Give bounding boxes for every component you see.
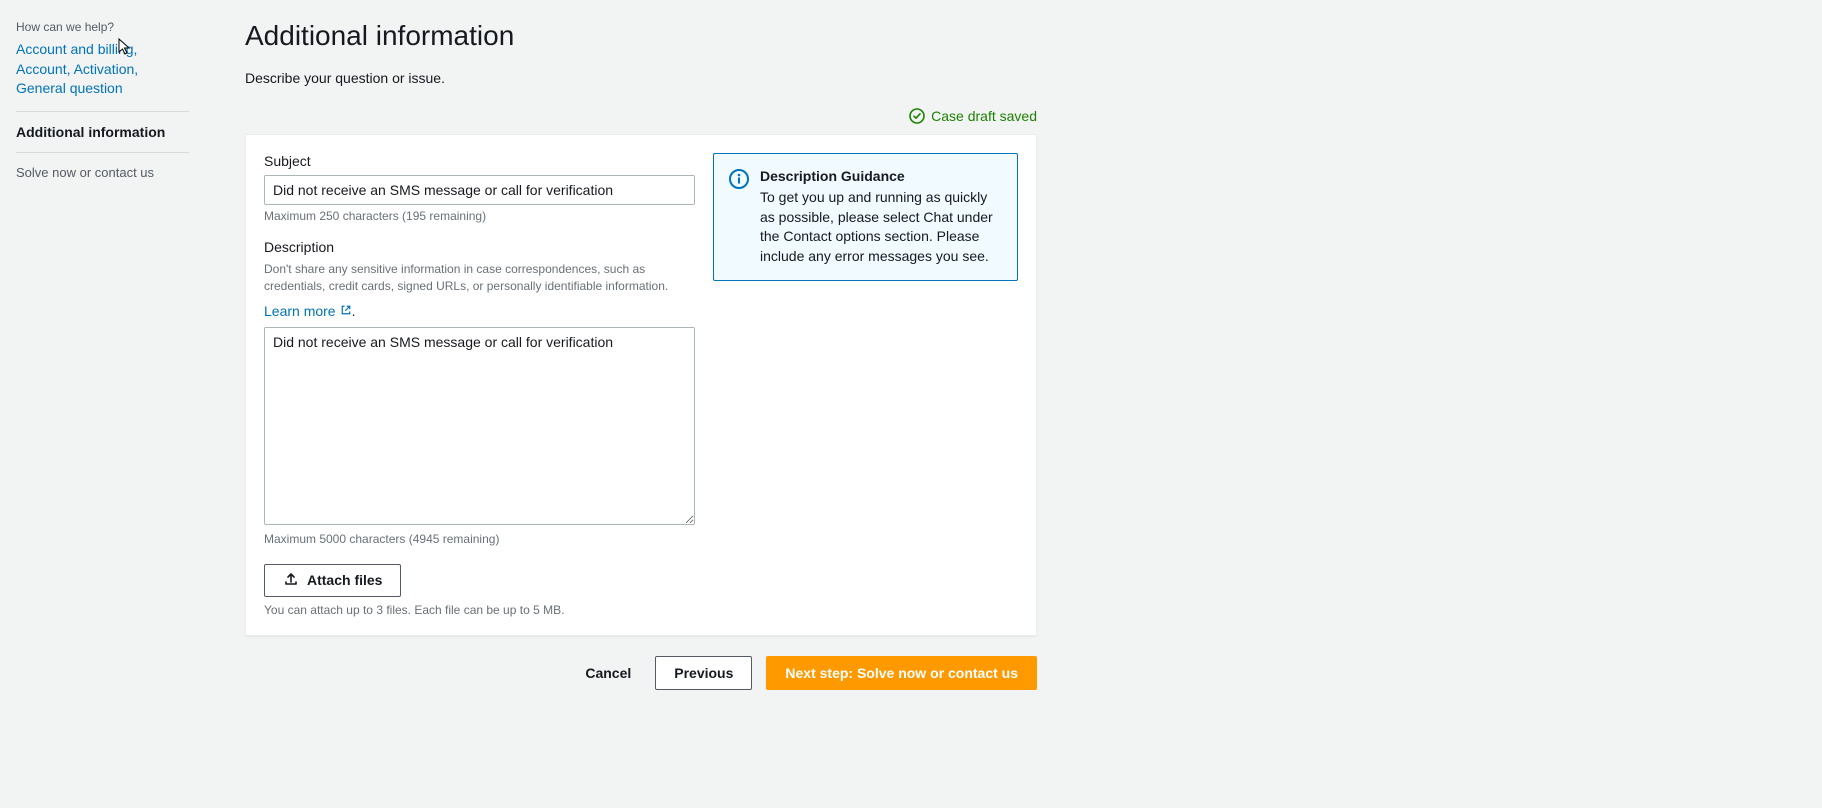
previous-button[interactable]: Previous <box>655 656 752 690</box>
sidebar-title: How can we help? <box>16 20 189 34</box>
footer-buttons: Cancel Previous Next step: Solve now or … <box>245 656 1037 690</box>
learn-more-link[interactable]: Learn more <box>264 303 352 319</box>
sidebar-breadcrumb-link[interactable]: Account and billing, Account, Activation… <box>16 40 189 99</box>
learn-more-text: Learn more <box>264 303 336 319</box>
description-note: Don't share any sensitive information in… <box>264 261 695 295</box>
form-card: Subject Maximum 250 characters (195 rema… <box>245 134 1037 636</box>
sidebar: How can we help? Account and billing, Ac… <box>0 0 205 808</box>
attach-help-text: You can attach up to 3 files. Each file … <box>264 603 695 617</box>
cancel-button[interactable]: Cancel <box>575 657 641 689</box>
description-textarea[interactable] <box>264 327 695 525</box>
external-link-icon <box>340 303 352 319</box>
draft-saved-status: Case draft saved <box>245 108 1037 124</box>
description-label: Description <box>264 239 695 255</box>
sidebar-divider <box>16 111 189 112</box>
attach-files-label: Attach files <box>307 572 382 588</box>
page-title: Additional information <box>245 20 1782 52</box>
next-step-button[interactable]: Next step: Solve now or contact us <box>766 656 1037 690</box>
upload-icon <box>283 571 299 590</box>
subject-help-text: Maximum 250 characters (195 remaining) <box>264 209 695 223</box>
page-subtitle: Describe your question or issue. <box>245 70 1782 86</box>
info-icon <box>728 168 750 266</box>
main-content: Additional information Describe your que… <box>205 0 1822 808</box>
sidebar-divider <box>16 152 189 153</box>
guidance-text: To get you up and running as quickly as … <box>760 188 1003 266</box>
sidebar-active-step: Additional information <box>16 124 189 140</box>
guidance-box: Description Guidance To get you up and r… <box>713 153 1018 281</box>
draft-saved-text: Case draft saved <box>931 108 1037 124</box>
check-circle-icon <box>909 108 925 124</box>
description-help-text: Maximum 5000 characters (4945 remaining) <box>264 532 695 546</box>
guidance-title: Description Guidance <box>760 168 1003 184</box>
subject-label: Subject <box>264 153 695 169</box>
sidebar-next-step: Solve now or contact us <box>16 165 189 180</box>
attach-files-button[interactable]: Attach files <box>264 564 401 597</box>
subject-input[interactable] <box>264 175 695 205</box>
